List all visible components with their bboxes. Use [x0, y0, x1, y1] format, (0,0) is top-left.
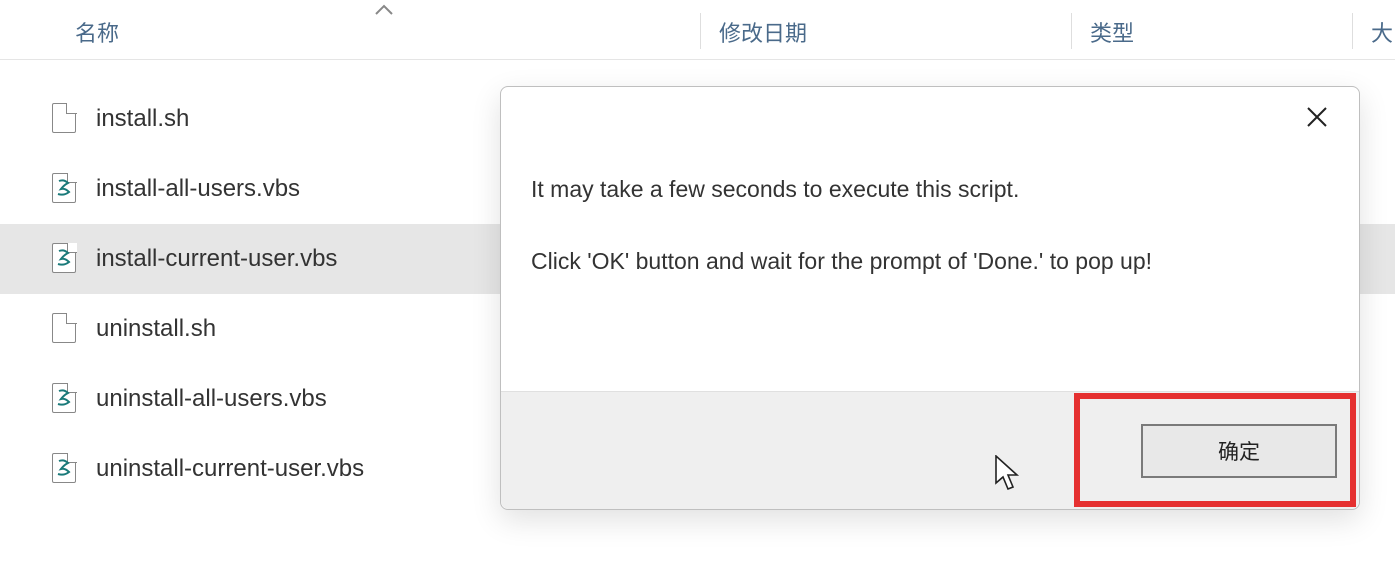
file-name: uninstall.sh: [96, 315, 216, 343]
close-icon: [1306, 106, 1328, 128]
vbs-file-icon: [52, 173, 78, 205]
message-dialog: It may take a few seconds to execute thi…: [500, 86, 1360, 510]
dialog-message-line1: It may take a few seconds to execute thi…: [531, 173, 1329, 205]
column-header-name[interactable]: 名称: [0, 0, 700, 59]
file-name: install-current-user.vbs: [96, 245, 337, 273]
file-name: install-all-users.vbs: [96, 175, 300, 203]
dialog-message-line2: Click 'OK' button and wait for the promp…: [531, 245, 1329, 277]
vbs-file-icon: [52, 453, 78, 485]
cursor-icon: [995, 455, 1023, 493]
file-name: uninstall-all-users.vbs: [96, 385, 327, 413]
vbs-file-icon: [52, 383, 78, 415]
close-button[interactable]: [1297, 97, 1337, 137]
header-name-label: 名称: [75, 21, 119, 46]
header-type-label: 类型: [1090, 21, 1134, 46]
dialog-footer: 确定: [501, 391, 1359, 509]
dialog-titlebar: [501, 87, 1359, 147]
column-header-type[interactable]: 类型: [1072, 0, 1352, 59]
file-icon: [52, 313, 78, 345]
column-header-date[interactable]: 修改日期: [701, 0, 1071, 59]
ok-button[interactable]: 确定: [1141, 424, 1337, 478]
header-size-label: 大: [1371, 21, 1393, 46]
column-header-row: 名称 修改日期 类型 大: [0, 0, 1395, 60]
dialog-body: It may take a few seconds to execute thi…: [501, 147, 1359, 391]
vbs-file-icon: [52, 243, 78, 275]
header-date-label: 修改日期: [719, 21, 807, 46]
column-header-size[interactable]: 大: [1353, 0, 1395, 59]
file-name: install.sh: [96, 105, 189, 133]
file-icon: [52, 103, 78, 135]
sort-ascending-icon: [375, 4, 393, 16]
file-name: uninstall-current-user.vbs: [96, 455, 364, 483]
